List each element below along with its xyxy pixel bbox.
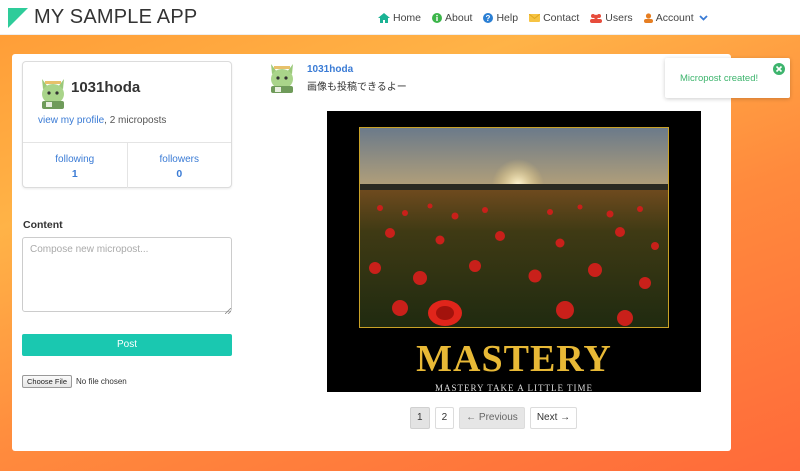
nav-help-label: Help	[496, 11, 519, 24]
pagination: 1 2 ← Previous Next →	[410, 407, 582, 429]
close-icon[interactable]	[773, 63, 785, 75]
post-image: MASTERY MASTERY TAKE A LITTLE TIME	[327, 111, 701, 392]
content-label: Content	[23, 219, 63, 231]
svg-text:?: ?	[486, 14, 491, 23]
toast-message: Micropost created!	[680, 73, 759, 84]
users-icon	[590, 13, 603, 23]
followers-label: followers	[159, 154, 199, 165]
nav-help[interactable]: ? Help	[483, 12, 518, 24]
nav-menu: Home About ? Help Contact Users Account	[378, 0, 719, 35]
poster-title: MASTERY	[416, 338, 612, 380]
app-logo[interactable]: MY SAMPLE APP	[8, 5, 197, 29]
chevron-down-icon	[699, 14, 708, 21]
post-button[interactable]: Post	[22, 334, 232, 356]
post-content: 画像も投稿できるよー	[307, 82, 407, 93]
nav-home[interactable]: Home	[378, 12, 421, 24]
page-1-button[interactable]: 1	[410, 407, 430, 429]
followers-stat[interactable]: followers 0	[126, 143, 232, 188]
post-username[interactable]: 1031hoda	[307, 64, 353, 75]
help-icon: ?	[483, 12, 494, 23]
profile-card: 1031hoda view my profile, 2 microposts f…	[22, 61, 232, 188]
mail-icon	[529, 13, 541, 22]
follow-stats: following 1 followers 0	[23, 142, 231, 188]
file-upload: Choose File No file chosen	[22, 375, 127, 388]
choose-file-button[interactable]: Choose File	[22, 375, 73, 388]
nav-about-label: About	[445, 11, 473, 24]
nav-about[interactable]: About	[432, 12, 472, 24]
following-label: following	[55, 154, 95, 165]
info-icon	[432, 12, 443, 23]
nav-account-label: Account	[655, 11, 694, 24]
home-icon	[378, 12, 390, 23]
success-toast: Micropost created!	[665, 58, 790, 98]
page-2-button[interactable]: 2	[434, 407, 455, 429]
next-page-button[interactable]: Next →	[529, 407, 578, 429]
nav-users-label: Users	[605, 11, 633, 24]
nav-contact-label: Contact	[543, 11, 580, 24]
nav-users[interactable]: Users	[590, 11, 633, 24]
nav-account[interactable]: Account	[643, 11, 708, 24]
following-stat[interactable]: following 1	[23, 143, 127, 188]
nav-home-label: Home	[393, 11, 422, 24]
resize-handle-icon[interactable]	[224, 305, 232, 315]
previous-page-button[interactable]: ← Previous	[459, 407, 525, 429]
app-title: MY SAMPLE APP	[34, 6, 198, 28]
micropost-input[interactable]	[22, 237, 232, 312]
user-icon	[643, 12, 653, 23]
post-avatar[interactable]	[268, 61, 296, 93]
navbar: MY SAMPLE APP Home About ? Help Contact	[0, 0, 800, 35]
followers-count: 0	[176, 168, 183, 180]
poster-photo	[359, 127, 669, 328]
logo-icon	[8, 6, 30, 28]
file-status: No file chosen	[76, 377, 127, 386]
poster-subtitle: MASTERY TAKE A LITTLE TIME	[434, 383, 594, 392]
following-count: 1	[71, 168, 78, 180]
profile-name: 1031hoda	[71, 79, 141, 96]
avatar[interactable]	[39, 75, 67, 109]
profile-summary: view my profile, 2 microposts	[38, 115, 166, 126]
micropost-count: , 2 microposts	[104, 115, 167, 126]
view-profile-link[interactable]: view my profile	[38, 115, 104, 126]
nav-contact[interactable]: Contact	[529, 12, 579, 24]
